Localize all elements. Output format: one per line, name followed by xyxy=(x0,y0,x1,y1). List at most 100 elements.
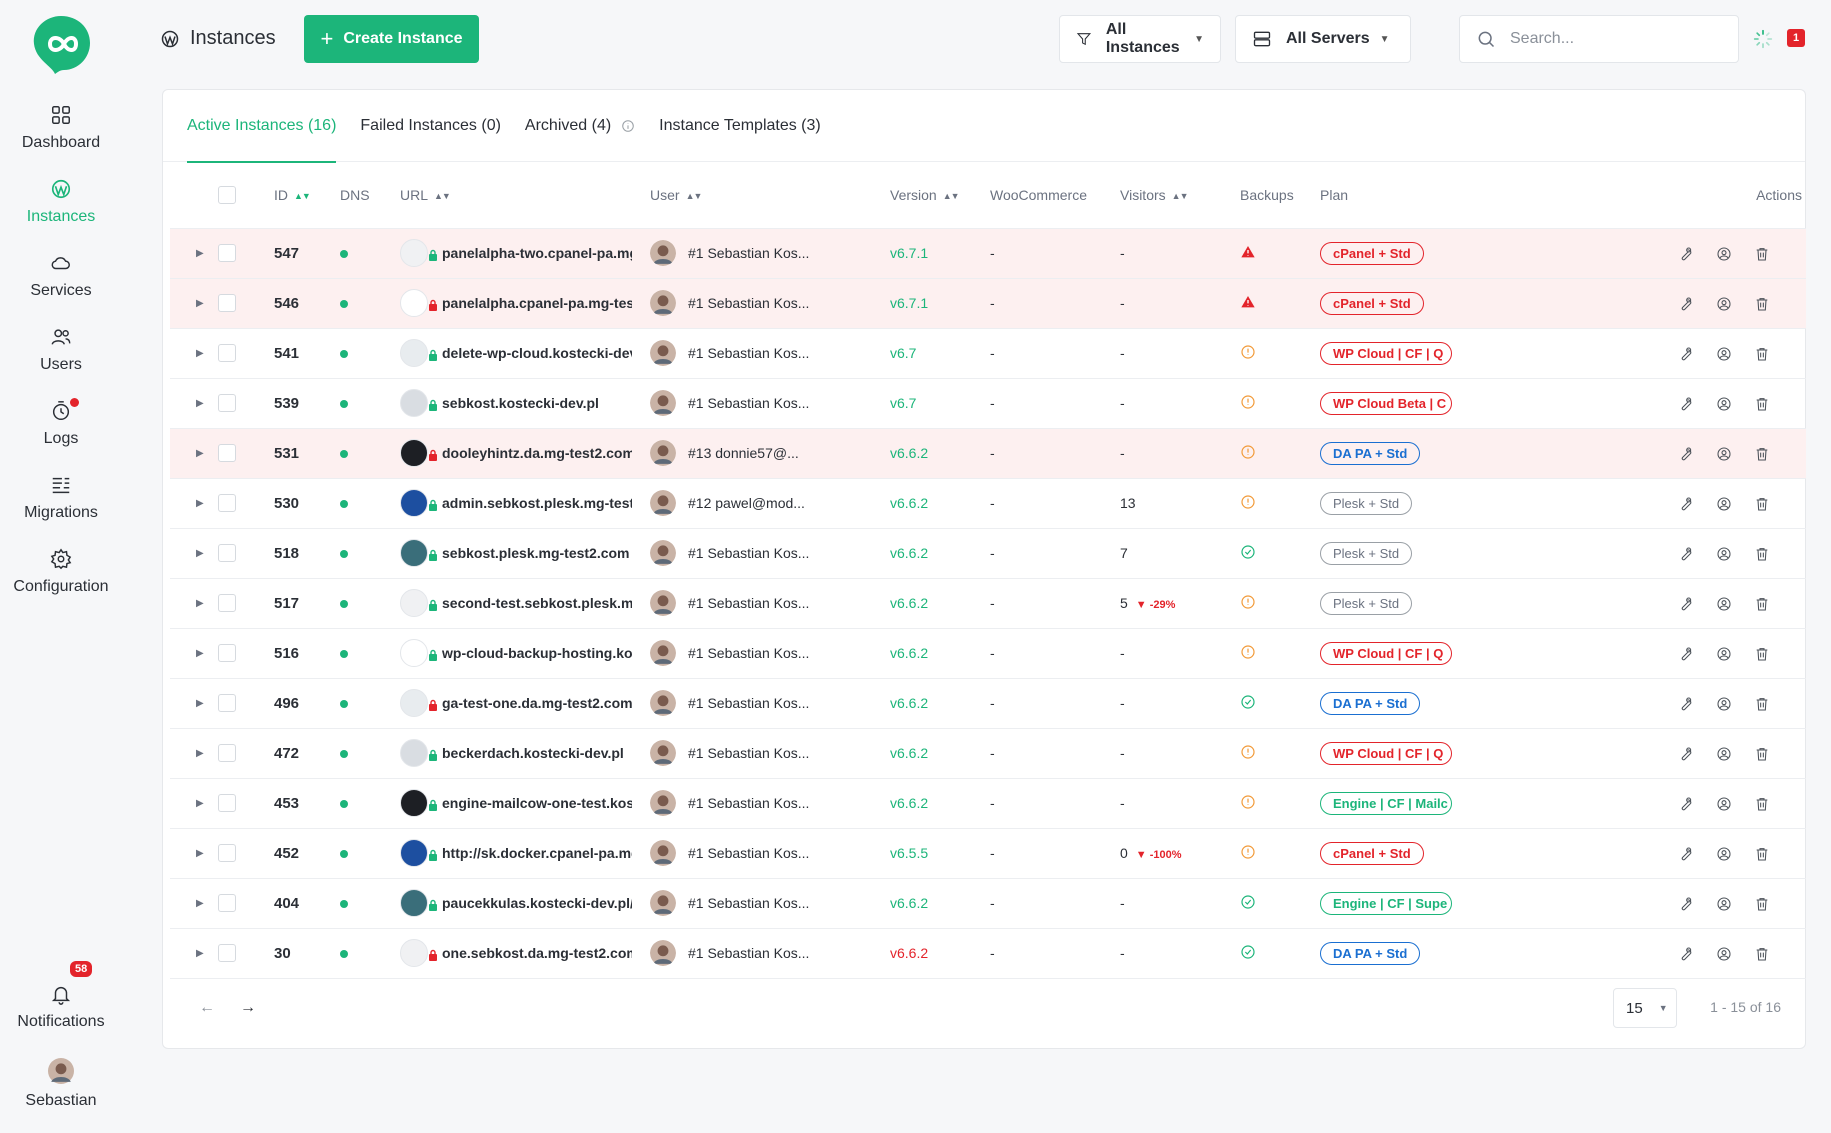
trash-icon[interactable] xyxy=(1754,846,1770,862)
user-cell[interactable]: #1 Sebastian Kos... xyxy=(650,678,890,729)
sidebar-item-notifications[interactable]: 58 Notifications xyxy=(0,961,122,1031)
instance-url[interactable]: panelalpha.cpanel-pa.mg-test2.com xyxy=(442,295,632,311)
backup-status[interactable] xyxy=(1240,728,1320,779)
login-as-icon[interactable] xyxy=(1716,346,1732,362)
sidebar-item-profile[interactable]: Sebastian xyxy=(0,1058,122,1110)
login-as-icon[interactable] xyxy=(1716,446,1732,462)
login-as-icon[interactable] xyxy=(1716,246,1732,262)
instances-filter-dropdown[interactable]: All Instances ▼ xyxy=(1059,15,1221,63)
expand-row-icon[interactable]: ▶ xyxy=(196,498,204,509)
column-header-version[interactable]: Version ▲▼ xyxy=(890,162,990,229)
alert-badge[interactable]: 1 xyxy=(1787,29,1806,47)
table-row[interactable]: ▶ 404 paucekkulas.kostecki-dev.pl/ #1 Sebas… xyxy=(170,878,1806,929)
user-cell[interactable]: #12 pawel@mod... xyxy=(650,478,890,529)
table-row[interactable]: ▶ 516 wp-cloud-backup-hosting.kostecki-dev… xyxy=(170,628,1806,679)
url-cell[interactable]: admin.sebkost.plesk.mg-test2.com xyxy=(400,478,650,529)
wrench-icon[interactable] xyxy=(1678,746,1694,762)
login-as-icon[interactable] xyxy=(1716,696,1732,712)
info-icon[interactable] xyxy=(621,119,635,133)
login-as-icon[interactable] xyxy=(1716,546,1732,562)
url-cell[interactable]: paucekkulas.kostecki-dev.pl/ xyxy=(400,878,650,929)
login-as-icon[interactable] xyxy=(1716,596,1732,612)
user-cell[interactable]: #1 Sebastian Kos... xyxy=(650,928,890,979)
plan-badge[interactable]: DA PA + Std xyxy=(1320,941,1421,965)
instance-url[interactable]: delete-wp-cloud.kostecki-dev.pl xyxy=(442,345,632,361)
trash-icon[interactable] xyxy=(1754,746,1770,762)
login-as-icon[interactable] xyxy=(1716,396,1732,412)
user-cell[interactable]: #1 Sebastian Kos... xyxy=(650,378,890,429)
url-cell[interactable]: sebkost.plesk.mg-test2.com xyxy=(400,528,650,579)
trash-icon[interactable] xyxy=(1754,896,1770,912)
tab-archived[interactable]: Archived (4) xyxy=(525,90,635,162)
wrench-icon[interactable] xyxy=(1678,346,1694,362)
wrench-icon[interactable] xyxy=(1678,596,1694,612)
row-checkbox[interactable] xyxy=(218,894,236,913)
backup-status[interactable] xyxy=(1240,228,1320,279)
expand-row-icon[interactable]: ▶ xyxy=(196,798,204,809)
plan-badge[interactable]: WP Cloud Beta | C xyxy=(1320,391,1452,415)
url-cell[interactable]: beckerdach.kostecki-dev.pl xyxy=(400,728,650,779)
expand-row-icon[interactable]: ▶ xyxy=(196,598,204,609)
instance-url[interactable]: ga-test-one.da.mg-test2.com xyxy=(442,695,632,711)
login-as-icon[interactable] xyxy=(1716,296,1732,312)
instance-url[interactable]: sebkost.plesk.mg-test2.com xyxy=(442,545,632,561)
user-cell[interactable]: #1 Sebastian Kos... xyxy=(650,628,890,679)
table-row[interactable]: ▶ 452 http://sk.docker.cpanel-pa.mg-test2.… xyxy=(170,828,1806,879)
backup-status[interactable] xyxy=(1240,328,1320,379)
trash-icon[interactable] xyxy=(1754,596,1770,612)
column-header-user[interactable]: User ▲▼ xyxy=(650,162,890,229)
row-checkbox[interactable] xyxy=(218,944,236,963)
wrench-icon[interactable] xyxy=(1678,946,1694,962)
table-row[interactable]: ▶ 539 sebkost.kostecki-dev.pl #1 Sebastian … xyxy=(170,378,1806,429)
search-box[interactable] xyxy=(1459,15,1739,63)
app-logo[interactable] xyxy=(30,14,92,74)
instance-url[interactable]: sebkost.kostecki-dev.pl xyxy=(442,395,632,411)
sidebar-item-services[interactable]: Services xyxy=(0,252,122,300)
wrench-icon[interactable] xyxy=(1678,296,1694,312)
row-checkbox[interactable] xyxy=(218,544,236,563)
url-cell[interactable]: dooleyhintz.da.mg-test2.com xyxy=(400,428,650,479)
plan-badge[interactable]: Plesk + Std xyxy=(1320,591,1413,615)
trash-icon[interactable] xyxy=(1754,446,1770,462)
servers-filter-dropdown[interactable]: All Servers ▼ xyxy=(1235,15,1411,63)
wrench-icon[interactable] xyxy=(1678,646,1694,662)
row-checkbox[interactable] xyxy=(218,794,236,813)
row-checkbox[interactable] xyxy=(218,394,236,413)
table-row[interactable]: ▶ 496 ga-test-one.da.mg-test2.com #1 Sebast… xyxy=(170,678,1806,729)
login-as-icon[interactable] xyxy=(1716,796,1732,812)
url-cell[interactable]: engine-mailcow-one-test.kostecki-dev.pl xyxy=(400,778,650,829)
user-cell[interactable]: #1 Sebastian Kos... xyxy=(650,878,890,929)
plan-badge[interactable]: Engine | CF | Supe xyxy=(1320,891,1452,915)
search-input[interactable] xyxy=(1510,30,1710,48)
trash-icon[interactable] xyxy=(1754,296,1770,312)
wrench-icon[interactable] xyxy=(1678,896,1694,912)
table-row[interactable]: ▶ 518 sebkost.plesk.mg-test2.com #1 Sebasti… xyxy=(170,528,1806,579)
row-checkbox[interactable] xyxy=(218,744,236,763)
instance-url[interactable]: http://sk.docker.cpanel-pa.mg-test2.com xyxy=(442,845,632,861)
backup-status[interactable] xyxy=(1240,828,1320,879)
backup-status[interactable] xyxy=(1240,878,1320,929)
row-checkbox[interactable] xyxy=(218,344,236,363)
trash-icon[interactable] xyxy=(1754,646,1770,662)
plan-badge[interactable]: DA PA + Std xyxy=(1320,691,1421,715)
instance-url[interactable]: beckerdach.kostecki-dev.pl xyxy=(442,745,632,761)
sidebar-item-instances[interactable]: Instances xyxy=(0,178,122,226)
expand-row-icon[interactable]: ▶ xyxy=(196,698,204,709)
instance-url[interactable]: wp-cloud-backup-hosting.kostecki-dev.pl xyxy=(442,645,632,661)
plan-badge[interactable]: cPanel + Std xyxy=(1320,241,1424,265)
url-cell[interactable]: one.sebkost.da.mg-test2.com xyxy=(400,928,650,979)
user-cell[interactable]: #1 Sebastian Kos... xyxy=(650,828,890,879)
sidebar-item-logs[interactable]: Logs xyxy=(0,398,122,448)
expand-row-icon[interactable]: ▶ xyxy=(196,398,204,409)
plan-badge[interactable]: Plesk + Std xyxy=(1320,541,1413,565)
trash-icon[interactable] xyxy=(1754,346,1770,362)
backup-status[interactable] xyxy=(1240,478,1320,529)
wrench-icon[interactable] xyxy=(1678,696,1694,712)
user-cell[interactable]: #1 Sebastian Kos... xyxy=(650,778,890,829)
backup-status[interactable] xyxy=(1240,778,1320,829)
plan-badge[interactable]: cPanel + Std xyxy=(1320,841,1424,865)
url-cell[interactable]: http://sk.docker.cpanel-pa.mg-test2.com xyxy=(400,828,650,879)
expand-row-icon[interactable]: ▶ xyxy=(196,948,204,959)
backup-status[interactable] xyxy=(1240,428,1320,479)
tab-failed-instances[interactable]: Failed Instances (0) xyxy=(360,90,501,162)
